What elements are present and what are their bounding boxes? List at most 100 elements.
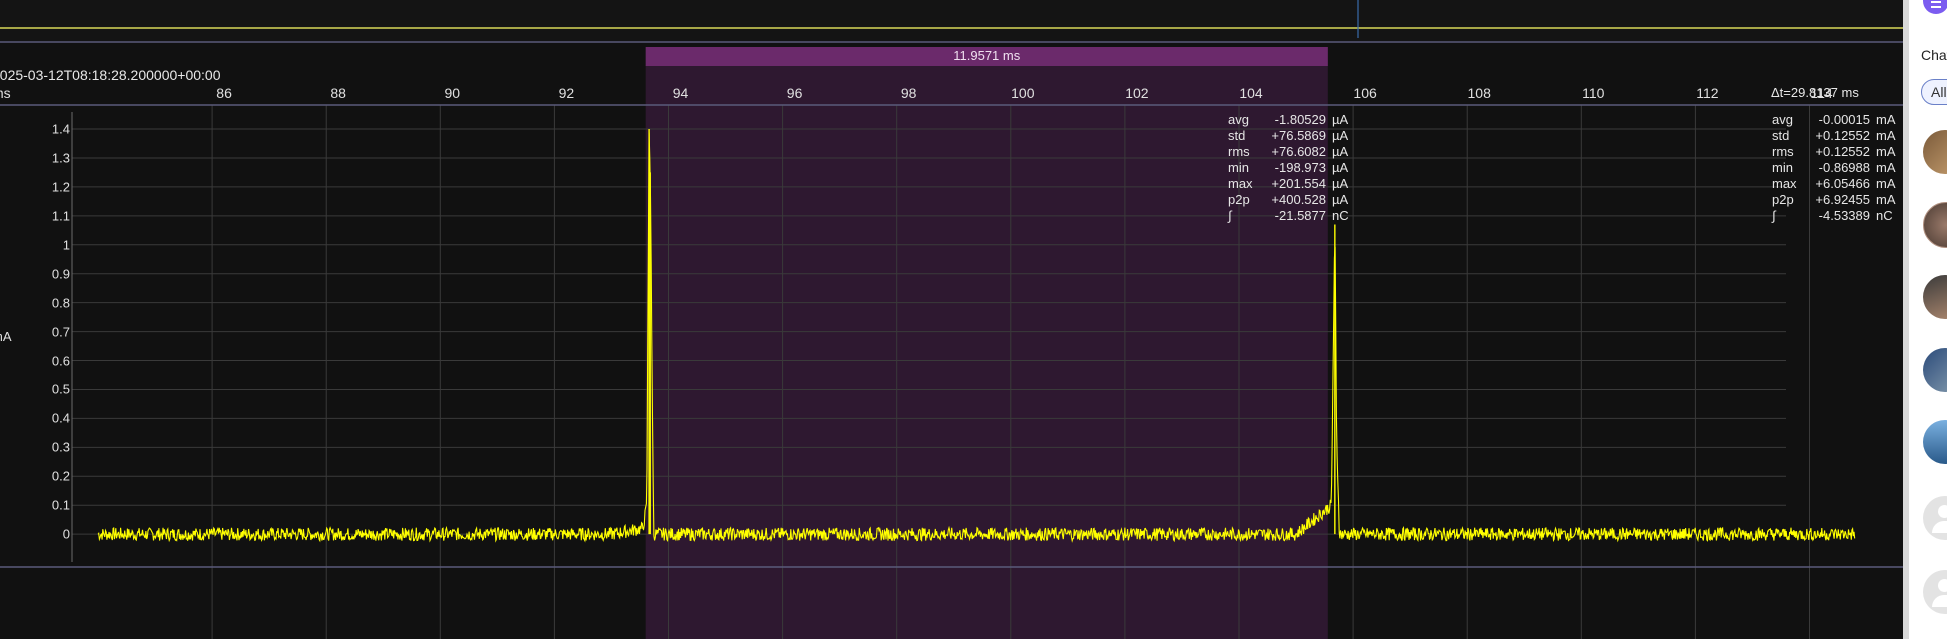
y-tick-label: 0.7	[51, 324, 70, 340]
start-timestamp: 2025-03-12T08:18:28.200000+00:00	[0, 67, 221, 83]
y-tick-label: 1.2	[51, 179, 70, 195]
stat-value: +0.12552	[1815, 128, 1870, 143]
stat-label: std	[1228, 128, 1246, 143]
y-tick-label: 1.1	[51, 208, 70, 224]
stat-value: -198.973	[1274, 160, 1326, 175]
x-tick-label: 102	[1125, 85, 1149, 101]
y-tick-label: 0.4	[51, 410, 70, 426]
avatar-3[interactable]	[1923, 275, 1947, 319]
stat-label: min	[1228, 160, 1249, 175]
avatar-5[interactable]	[1923, 420, 1947, 464]
y-tick-label: 0.6	[51, 353, 70, 369]
stat-row: max +6.05466 mA	[1772, 176, 1902, 192]
stat-value: +6.05466	[1815, 176, 1870, 191]
stat-label: avg	[1228, 112, 1249, 127]
x-tick-label: 106	[1353, 85, 1377, 101]
stat-value: +0.12552	[1815, 144, 1870, 159]
stat-unit: mA	[1876, 192, 1896, 207]
stat-value: +6.92455	[1815, 192, 1870, 207]
list-icon	[1931, 1, 1941, 8]
stat-value: +76.6082	[1271, 144, 1326, 159]
stat-unit: µA	[1332, 192, 1349, 207]
stat-unit: µA	[1332, 128, 1349, 143]
y-tick-label: 0.9	[51, 266, 70, 282]
stat-unit: µA	[1332, 112, 1349, 127]
avatar-2[interactable]	[1923, 202, 1947, 248]
stat-label: avg	[1772, 112, 1793, 127]
plot-area[interactable]: 11.9571 ms 2025-03-12T08:18:28.200000+00…	[0, 0, 1903, 639]
stat-unit: mA	[1876, 160, 1896, 175]
stat-unit: mA	[1876, 176, 1896, 191]
selection-stats-panel: avg -1.80529 µA std +76.5869 µA rms +76.6082 µA m…	[1228, 112, 1358, 224]
overview-strip[interactable]	[0, 0, 1903, 42]
x-unit-label: ms	[0, 85, 11, 101]
x-tick-label: 92	[558, 85, 575, 101]
stat-row: min -0.86988 mA	[1772, 160, 1902, 176]
avatar-6[interactable]	[1923, 496, 1947, 540]
selection-region[interactable]	[645, 65, 1328, 639]
stat-row: ∫ -21.5877 nC	[1228, 208, 1358, 224]
stat-unit: mA	[1876, 112, 1896, 127]
window-stats-panel: avg -0.00015 mA std +0.12552 mA rms +0.12552 mA m…	[1772, 112, 1902, 224]
stat-row: min -198.973 µA	[1228, 160, 1358, 176]
stat-label: max	[1772, 176, 1797, 191]
stat-row: ∫ -4.53389 nC	[1772, 208, 1902, 224]
y-tick-label: 0	[62, 526, 70, 542]
selection-duration-label: 11.9571 ms	[953, 48, 1021, 63]
stat-unit: µA	[1332, 176, 1349, 191]
app-icon[interactable]	[1923, 0, 1947, 14]
filter-chip-all[interactable]: All	[1921, 79, 1947, 105]
x-tick-label: 90	[444, 85, 461, 101]
x-tick-label: 88	[330, 85, 346, 101]
stat-label: p2p	[1772, 192, 1794, 207]
stat-value: -4.53389	[1818, 208, 1870, 223]
avatar-4[interactable]	[1923, 348, 1947, 392]
stat-value: -0.00015	[1818, 112, 1870, 127]
stat-unit: µA	[1332, 160, 1349, 175]
stat-label: rms	[1772, 144, 1794, 159]
stat-label: ∫	[1772, 208, 1776, 223]
x-tick-label: 94	[672, 85, 689, 101]
stat-value: +76.5869	[1271, 128, 1326, 143]
x-tick-label: 86	[216, 85, 232, 101]
stat-value: -1.80529	[1274, 112, 1326, 127]
stat-row: avg -0.00015 mA	[1772, 112, 1902, 128]
stat-row: std +0.12552 mA	[1772, 128, 1902, 144]
y-tick-label: 0.8	[51, 295, 70, 311]
x-tick-label: 96	[786, 85, 803, 101]
stat-value: -21.5877	[1274, 208, 1326, 223]
stat-value: +400.528	[1271, 192, 1326, 207]
x-tick-label: 98	[900, 85, 917, 101]
x-tick-label: 112	[1696, 85, 1719, 101]
stat-row: p2p +400.528 µA	[1228, 192, 1358, 208]
y-tick-label: 0.5	[51, 381, 70, 397]
avatar-1[interactable]	[1923, 130, 1947, 174]
stat-value: -0.86988	[1818, 160, 1870, 175]
stat-unit: µA	[1332, 144, 1349, 159]
y-tick-label: 0.1	[51, 497, 70, 513]
stat-row: std +76.5869 µA	[1228, 128, 1358, 144]
stat-unit: nC	[1876, 208, 1893, 223]
stat-label: std	[1772, 128, 1790, 143]
stat-label: min	[1772, 160, 1793, 175]
y-tick-label: 1.4	[51, 121, 70, 137]
stat-label: max	[1228, 176, 1253, 191]
stat-row: rms +0.12552 mA	[1772, 144, 1902, 160]
stat-value: +201.554	[1271, 176, 1326, 191]
x-tick-label: 104	[1239, 85, 1263, 101]
y-tick-label: 0.3	[51, 439, 70, 455]
y-tick-label: 1.3	[51, 150, 70, 166]
stat-row: p2p +6.92455 mA	[1772, 192, 1902, 208]
chat-label: Chat	[1921, 47, 1947, 63]
stat-row: avg -1.80529 µA	[1228, 112, 1358, 128]
plot-canvas[interactable]	[0, 0, 1903, 639]
x-tick-label: 108	[1467, 85, 1491, 101]
stat-row: rms +76.6082 µA	[1228, 144, 1358, 160]
stat-unit: nC	[1332, 208, 1349, 223]
stat-unit: mA	[1876, 128, 1896, 143]
y-unit-label: mA	[0, 329, 12, 344]
x-tick-label: 114	[1810, 85, 1833, 101]
stat-row: max +201.554 µA	[1228, 176, 1358, 192]
avatar-7[interactable]	[1923, 570, 1947, 614]
stat-unit: mA	[1876, 144, 1896, 159]
